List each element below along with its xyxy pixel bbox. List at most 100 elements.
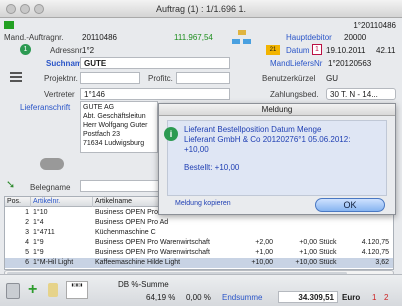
zahlung-select[interactable]: 30 T. N - 14...	[326, 88, 396, 100]
row-artikelname: Kaffeemaschine Hilde Light	[95, 259, 181, 266]
dialog-title: Meldung	[159, 104, 395, 116]
adressnr-value: 1°2	[82, 46, 95, 55]
row-pos: 1	[25, 209, 29, 216]
datum-value[interactable]: 19.10.2011	[326, 46, 365, 55]
info-icon[interactable]: 1	[20, 44, 31, 55]
mand-label: Mand.-Auftragnr.	[4, 33, 64, 42]
row-artikelname: Business OPEN Pro Warenwirtschaft	[95, 249, 210, 256]
arrow-down-right-icon[interactable]: ➘	[6, 180, 18, 191]
table-row[interactable]: 4 1°9 Business OPEN Pro Warenwirtschaft +2,…	[5, 238, 393, 248]
row-artikelnr: 1°M-Hil Light	[33, 259, 74, 266]
row-artikelname: Business OPEN Pro Ad	[95, 219, 169, 226]
address-line: Postfach 23	[83, 131, 120, 138]
endsumme-label: Endsumme	[222, 293, 263, 302]
address-line: 71634 Ludwigsburg	[83, 140, 145, 147]
profitc-label: Profitc.	[148, 74, 173, 83]
hauptdebitor-value: 20000	[344, 33, 367, 42]
zahlung-label: Zahlungsbed.	[270, 90, 319, 99]
table-row[interactable]: 3 1°4711 Küchenmaschine C	[5, 228, 393, 238]
row-price: 4.120,75	[361, 239, 389, 246]
row-menge1: +10,00	[251, 259, 273, 266]
adressnr-label: Adressnr.	[50, 46, 84, 55]
address-box[interactable]: GUTE AG Abt. Geschäftsleitun Herr Wolfga…	[80, 101, 158, 153]
dialog-line: +10,00	[184, 145, 209, 154]
lieferanschrift-label: Lieferanschrift	[20, 103, 71, 112]
projekt-label: Projektnr.	[44, 74, 78, 83]
copy-message-link[interactable]: Meldung kopieren	[175, 200, 231, 207]
add-icon[interactable]: +	[28, 281, 37, 299]
row-unit: Stück	[319, 259, 337, 266]
table-row[interactable]: 6 1°M-Hil Light Kaffeemaschine Hilde Light…	[5, 258, 393, 268]
record-id: 1°20110486	[353, 21, 396, 30]
mandlieferant-value: 1°20120563	[328, 59, 372, 68]
row-unit	[319, 218, 343, 228]
title-bar: Auftrag (1) : 1/1.696 1.	[0, 0, 402, 18]
row-artikelnr: 1°4711	[33, 229, 55, 236]
row-price: 3,62	[375, 259, 389, 266]
db-label: DB %-Summe	[118, 280, 169, 289]
currency: Euro	[342, 293, 361, 302]
projekt-field[interactable]	[80, 72, 140, 84]
endsumme-field: 34.309,51	[278, 291, 338, 303]
barcode-icon[interactable]: ▮▯▮▯▮	[66, 281, 88, 299]
address-line: GUTE AG	[83, 104, 115, 111]
benutzer-label: Benutzerkürzel	[262, 74, 316, 83]
row-pos: 2	[25, 219, 29, 226]
col-pos[interactable]: Pos.	[5, 197, 31, 207]
suchname-field[interactable]: GUTE	[80, 57, 230, 69]
vertreter-label: Vertreter	[44, 90, 75, 99]
table-row[interactable]: 2 1°4 Business OPEN Pro Ad	[5, 218, 393, 228]
mand-value: 20110486	[82, 33, 117, 42]
row-artikelnr: 1°4	[33, 219, 44, 226]
dialog-body: i Lieferant Bestellposition Datum Menge …	[164, 120, 387, 196]
row-artikelname: Business OPEN Pro Warenwirtschaft	[95, 239, 210, 246]
pct-value: 0,00 %	[186, 293, 211, 302]
row-pos: 3	[25, 229, 29, 236]
window-title: Auftrag (1) : 1/1.696 1.	[155, 4, 247, 14]
tag-icon[interactable]	[48, 283, 58, 297]
belegname-field[interactable]	[80, 180, 160, 192]
calendar-icon[interactable]: 1	[312, 44, 322, 55]
row-artikelname: Küchenmaschine C	[95, 229, 156, 236]
row-price	[343, 218, 389, 228]
badge-21-icon: 21	[266, 45, 280, 55]
row-menge1: +2,00	[255, 239, 273, 246]
org-chart-icon[interactable]	[232, 30, 252, 46]
dialog-message: Lieferant Bestellposition Datum Menge Li…	[184, 125, 350, 173]
mandlieferant-label: MandLiefersNr	[270, 59, 323, 68]
vertreter-field[interactable]: 1°146	[80, 88, 230, 100]
row-price	[343, 228, 389, 238]
row-menge2: +10,00	[295, 259, 317, 266]
row-price: 4.120,75	[361, 249, 389, 256]
row-artikelnr: 1°9	[33, 239, 44, 246]
row-artikelnr: 1°10	[33, 209, 48, 216]
row-artikelnr: 1°9	[33, 249, 44, 256]
datum-label: Datum	[286, 46, 310, 55]
info-icon: i	[164, 127, 178, 141]
row-menge1	[223, 228, 273, 238]
belegname-label: Belegname	[30, 183, 71, 192]
sync-icon[interactable]	[40, 158, 64, 170]
row-unit: Stück	[319, 239, 337, 246]
col-artikelnr[interactable]: Artikelnr.	[31, 197, 93, 207]
datum-extra: 42.11	[376, 46, 396, 55]
page-2-link[interactable]: 2	[384, 293, 388, 302]
row-menge1	[223, 218, 273, 228]
table-row[interactable]: 5 1°9 Business OPEN Pro Warenwirtschaft +1,…	[5, 248, 393, 258]
row-menge2: +1,00	[299, 249, 317, 256]
trash-icon[interactable]	[6, 283, 20, 299]
dialog-line: Bestellt: +10,00	[184, 163, 240, 172]
order-amount: 111.967,54	[174, 33, 213, 42]
row-pos: 5	[25, 249, 29, 256]
row-menge1: +1,00	[255, 249, 273, 256]
list-icon	[10, 70, 22, 82]
profitc-field[interactable]	[176, 72, 230, 84]
page-1-link[interactable]: 1	[372, 293, 376, 302]
address-line: Abt. Geschäftsleitun	[83, 113, 146, 120]
row-menge2	[273, 218, 317, 228]
row-menge2	[273, 228, 317, 238]
dialog-line: Lieferant Bestellposition Datum Menge	[184, 125, 322, 134]
zahlung-value: 30 T. N - 14...	[330, 90, 378, 99]
ok-button[interactable]: OK	[315, 198, 385, 212]
benutzer-value: GU	[326, 74, 338, 83]
